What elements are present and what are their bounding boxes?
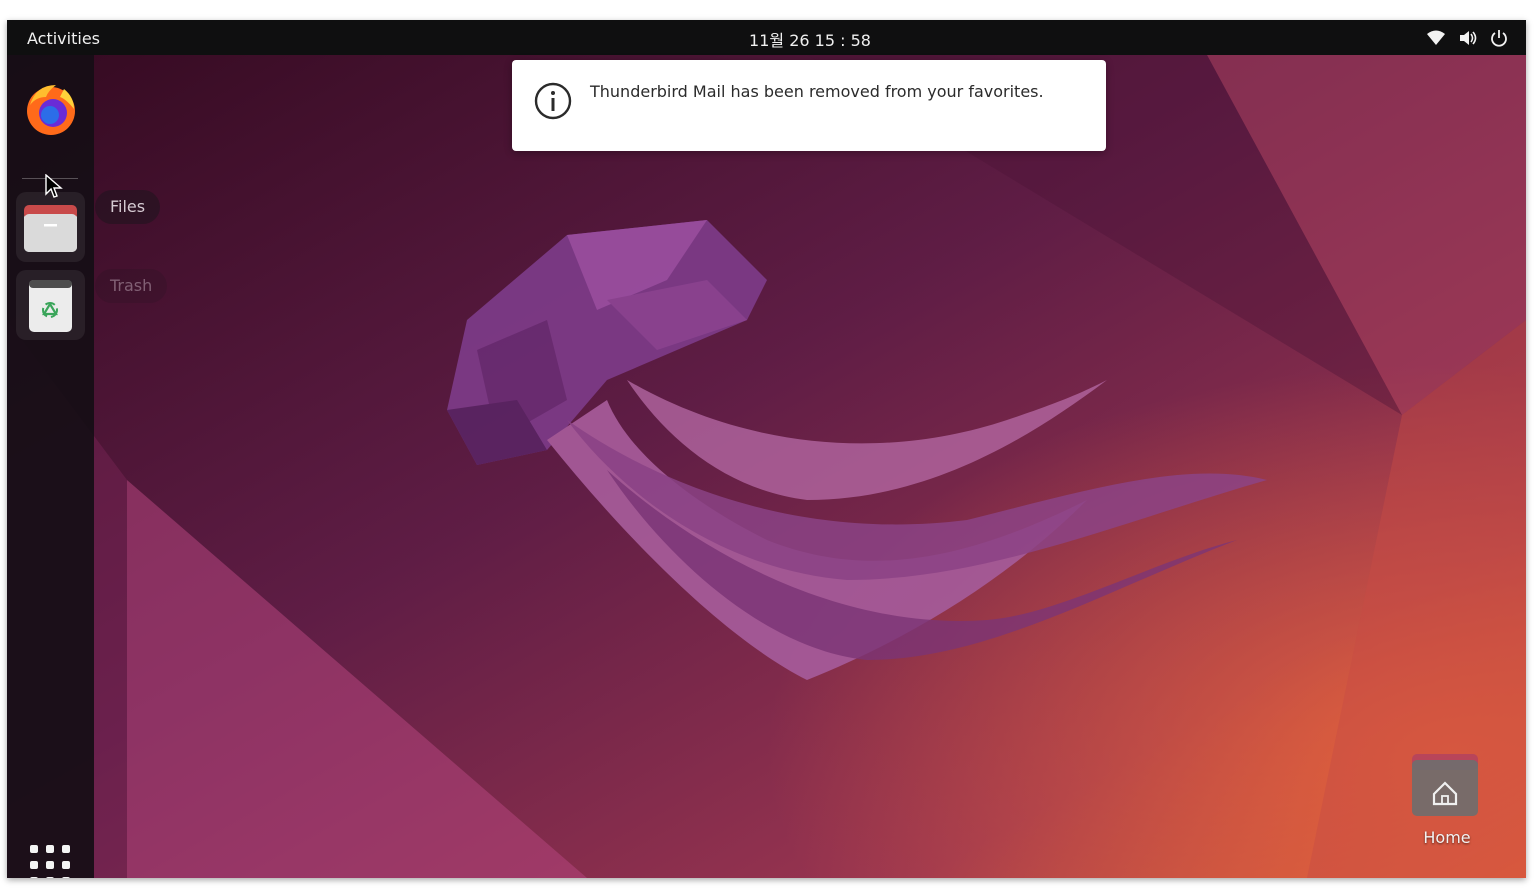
show-applications-button[interactable]	[30, 845, 70, 878]
notification-message: Thunderbird Mail has been removed from y…	[590, 82, 1044, 101]
system-tray[interactable]	[1426, 20, 1508, 55]
home-label: Home	[1423, 828, 1471, 847]
files-icon	[16, 205, 85, 266]
power-icon	[1490, 29, 1508, 47]
volume-icon	[1458, 29, 1478, 47]
dock-separator	[22, 178, 78, 179]
dock-item-files[interactable]	[16, 192, 85, 262]
home-folder-icon	[1402, 754, 1492, 824]
tooltip-trash: Trash	[95, 269, 168, 303]
tooltip-files: Files	[95, 190, 161, 224]
firefox-icon	[16, 85, 85, 149]
clock[interactable]: 11월 26 15 : 58	[707, 20, 913, 55]
wifi-icon	[1426, 29, 1446, 47]
trash-icon	[16, 280, 85, 344]
dock-item-firefox[interactable]	[16, 75, 85, 145]
desktop-screen: Activities 11월 26 15 : 58 Files Trash Th…	[7, 20, 1526, 878]
dock	[7, 55, 94, 878]
info-icon	[533, 81, 573, 121]
activities-button[interactable]: Activities	[27, 20, 100, 55]
dock-item-trash[interactable]	[16, 270, 85, 340]
notification-banner[interactable]: Thunderbird Mail has been removed from y…	[512, 60, 1106, 151]
desktop-home-icon[interactable]: Home	[1402, 750, 1492, 850]
top-bar: Activities 11월 26 15 : 58	[7, 20, 1526, 55]
